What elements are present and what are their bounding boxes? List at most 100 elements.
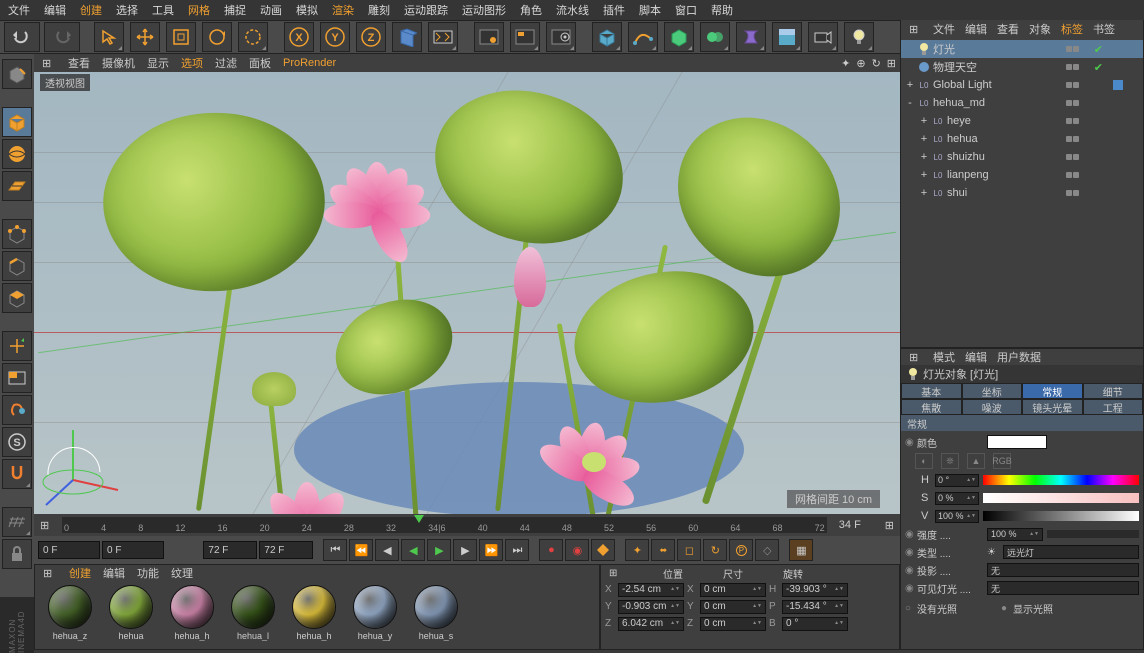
polygon-mode[interactable] (2, 283, 32, 313)
menu-角色[interactable]: 角色 (520, 2, 542, 18)
key-rot[interactable]: ↻ (703, 539, 727, 561)
menu-渲染[interactable]: 渲染 (332, 2, 354, 18)
add-spline[interactable] (628, 22, 658, 52)
move-tool[interactable] (130, 22, 160, 52)
obj-heye[interactable]: +L0heye (901, 112, 1143, 130)
objmenu-查看[interactable]: 查看 (997, 21, 1019, 37)
hsv-H-slider[interactable] (983, 475, 1139, 485)
vpmenu-过滤[interactable]: 过滤 (215, 55, 237, 71)
attrtab-焦散[interactable]: 焦散 (901, 399, 962, 415)
coord-Y-pos[interactable]: -0.903 cm▲▼ (618, 600, 684, 614)
menu-脚本[interactable]: 脚本 (639, 2, 661, 18)
model-mode[interactable] (2, 107, 32, 137)
key-scale[interactable]: ◻ (677, 539, 701, 561)
autokey[interactable]: ◉ (565, 539, 589, 561)
add-cube[interactable] (592, 22, 622, 52)
next-frame[interactable]: ▶ (453, 539, 477, 561)
key-pos[interactable]: ⬌ (651, 539, 675, 561)
attrmenu-用户数据[interactable]: 用户数据 (997, 349, 1041, 365)
tweak-mode[interactable] (2, 395, 32, 425)
play-back[interactable]: ◀ (401, 539, 425, 561)
vp-nav-icon[interactable]: ⊞ (887, 57, 896, 70)
attr-可见灯光-combo[interactable]: 无 (987, 581, 1139, 595)
axis-modification[interactable] (2, 331, 32, 361)
attrtab-坐标[interactable]: 坐标 (962, 383, 1023, 399)
add-generator2[interactable] (700, 22, 730, 52)
attr-spectrum-icon[interactable]: ❊ (941, 453, 959, 469)
menu-选择[interactable]: 选择 (116, 2, 138, 18)
material-hehua_z[interactable]: hehua_z (41, 585, 99, 641)
menu-编辑[interactable]: 编辑 (44, 2, 66, 18)
range-end[interactable]: 72 F (203, 541, 257, 559)
attr-picker-icon[interactable]: ◐ (915, 453, 933, 469)
hsv-H[interactable]: 0 °▲▼ (935, 474, 979, 487)
goto-prevkey[interactable]: ⏪ (349, 539, 373, 561)
obj-Global Light[interactable]: +L0Global Light (901, 76, 1143, 94)
material-hehua_l[interactable]: hehua_l (224, 585, 282, 641)
coord-Z-size[interactable]: 0 cm▲▼ (700, 617, 766, 631)
workplane-grid[interactable] (2, 507, 32, 537)
attrmenu-模式[interactable]: 模式 (933, 349, 955, 365)
x-axis-lock[interactable]: X (284, 22, 314, 52)
menu-插件[interactable]: 插件 (603, 2, 625, 18)
coord-Y-rot[interactable]: -15.434 °▲▼ (782, 600, 848, 614)
attr-类型-combo[interactable]: 远光灯 (1003, 545, 1139, 559)
texture-mode[interactable] (2, 139, 32, 169)
menu-工具[interactable]: 工具 (152, 2, 174, 18)
menu-雕刻[interactable]: 雕刻 (368, 2, 390, 18)
objmenu-标签[interactable]: 标签 (1061, 21, 1083, 37)
range-start[interactable]: 0 F (38, 541, 100, 559)
key-pla[interactable]: ◇ (755, 539, 779, 561)
make-editable[interactable] (2, 59, 32, 89)
objmenu-书签[interactable]: 书签 (1093, 21, 1115, 37)
attr-color-swatch[interactable] (987, 435, 1047, 449)
attrtab-工程[interactable]: 工程 (1083, 399, 1144, 415)
cur-frame[interactable]: 0 F (102, 541, 164, 559)
vpmenu-面板[interactable]: 面板 (249, 55, 271, 71)
matmenu-编辑[interactable]: 编辑 (103, 565, 125, 581)
vp-nav-icon[interactable]: ↻ (872, 57, 881, 70)
attr-投影-combo[interactable]: 无 (987, 563, 1139, 577)
add-environment[interactable] (772, 22, 802, 52)
scale-tool[interactable] (166, 22, 196, 52)
hsv-V-slider[interactable] (983, 511, 1139, 521)
obj-lianpeng[interactable]: +L0lianpeng (901, 166, 1143, 184)
coord-Y-size[interactable]: 0 cm▲▼ (700, 600, 766, 614)
key-psr[interactable]: ✦ (625, 539, 649, 561)
attr-no-illum[interactable]: 没有光照 (917, 601, 997, 616)
objmenu-对象[interactable]: 对象 (1029, 21, 1051, 37)
edge-mode[interactable] (2, 251, 32, 281)
viewport-solo[interactable] (2, 363, 32, 393)
material-hehua[interactable]: hehua (102, 585, 160, 641)
attr-强度-field[interactable]: 100 %▲▼ (987, 528, 1043, 541)
timeline-window[interactable]: ▦ (789, 539, 813, 561)
goto-start[interactable]: ⏮ (323, 539, 347, 561)
add-deformer[interactable] (736, 22, 766, 52)
material-hehua_y[interactable]: hehua_y (346, 585, 404, 641)
hsv-S-slider[interactable] (983, 493, 1139, 503)
keysel[interactable] (591, 539, 615, 561)
render-active[interactable] (474, 22, 504, 52)
coord-X-size[interactable]: 0 cm▲▼ (700, 583, 766, 597)
menu-流水线[interactable]: 流水线 (556, 2, 589, 18)
last-tool[interactable] (238, 22, 268, 52)
hsv-V[interactable]: 100 %▲▼ (935, 510, 979, 523)
menu-网格[interactable]: 网格 (188, 2, 210, 18)
attr-rgb-icon[interactable]: RGB (993, 453, 1011, 469)
record-key[interactable]: ● (539, 539, 563, 561)
obj-shui[interactable]: +L0shui (901, 184, 1143, 202)
menu-运动图形[interactable]: 运动图形 (462, 2, 506, 18)
render-settings[interactable] (546, 22, 576, 52)
matmenu-创建[interactable]: 创建 (69, 565, 91, 581)
redo-button[interactable] (44, 22, 80, 52)
obj-hehua[interactable]: +L0hehua (901, 130, 1143, 148)
attrtab-细节[interactable]: 细节 (1083, 383, 1144, 399)
material-hehua_h[interactable]: hehua_h (163, 585, 221, 641)
goto-end[interactable]: ⏭ (505, 539, 529, 561)
obj-物理天空[interactable]: 物理天空✔ (901, 58, 1143, 76)
play-forward[interactable]: ▶ (427, 539, 451, 561)
objmenu-编辑[interactable]: 编辑 (965, 21, 987, 37)
matmenu-功能[interactable]: 功能 (137, 565, 159, 581)
coord-system[interactable] (392, 22, 422, 52)
attrmenu-编辑[interactable]: 编辑 (965, 349, 987, 365)
